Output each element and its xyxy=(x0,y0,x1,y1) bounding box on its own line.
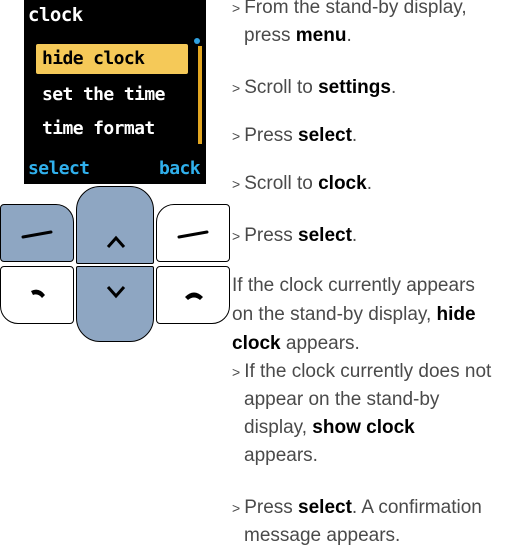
keypad xyxy=(0,184,230,344)
step-5: > Press select. xyxy=(232,225,358,246)
keyword-clock: clock xyxy=(318,173,367,194)
nav-down-key[interactable] xyxy=(76,266,154,342)
keyword-settings: settings xyxy=(318,77,391,98)
keyword-select: select xyxy=(298,497,352,518)
scroll-position-indicator xyxy=(194,38,200,44)
dash-icon xyxy=(177,230,209,239)
step-2: > Scroll to settings. xyxy=(232,77,397,98)
bullet-arrow: > xyxy=(232,128,241,144)
call-key[interactable] xyxy=(0,266,74,324)
keyword-menu: menu xyxy=(295,25,347,46)
screen-title: clock xyxy=(28,4,83,26)
bullet-arrow: > xyxy=(232,500,241,516)
bullet-arrow: > xyxy=(232,80,241,96)
bullet-arrow: > xyxy=(232,0,241,16)
bullet-arrow: > xyxy=(232,176,241,192)
end-key[interactable] xyxy=(156,266,230,324)
step-1: > From the stand-by display, press menu. xyxy=(232,0,467,46)
keyword-clock: clock xyxy=(232,333,281,354)
handset-pickup-icon xyxy=(31,289,45,298)
handset-hangup-icon xyxy=(185,292,203,300)
keyword-hide: hide xyxy=(436,304,476,325)
left-soft-key[interactable] xyxy=(0,204,74,262)
keyword-show-clock: show clock xyxy=(312,417,415,438)
keyword-select: select xyxy=(298,125,352,146)
dash-icon xyxy=(21,230,53,239)
step-4: > Scroll to clock. xyxy=(232,173,372,194)
step-confirm: > Press select. A confirmation message ap… xyxy=(232,497,482,546)
menu-item-time-format[interactable]: time format xyxy=(36,114,188,144)
step-show-clock: > If the clock currently does not appear … xyxy=(232,361,492,466)
bullet-arrow: > xyxy=(232,228,241,244)
arrow-up-icon xyxy=(106,235,126,248)
phone-screen: clock hide clock set the time time forma… xyxy=(24,0,206,184)
bullet-arrow: > xyxy=(232,364,241,380)
arrow-down-icon xyxy=(106,286,126,299)
clock-visible-paragraph: If the clock currently appears on the st… xyxy=(232,275,476,354)
menu-item-set-the-time[interactable]: set the time xyxy=(36,80,188,110)
nav-up-key[interactable] xyxy=(76,186,154,264)
left-soft-label: select xyxy=(28,158,90,179)
scrollbar[interactable] xyxy=(198,46,202,144)
step-3: > Press select. xyxy=(232,125,358,146)
keyword-select: select xyxy=(298,225,352,246)
right-soft-label: back xyxy=(159,158,201,179)
right-soft-key[interactable] xyxy=(156,204,230,262)
menu-item-hide-clock[interactable]: hide clock xyxy=(36,44,188,74)
